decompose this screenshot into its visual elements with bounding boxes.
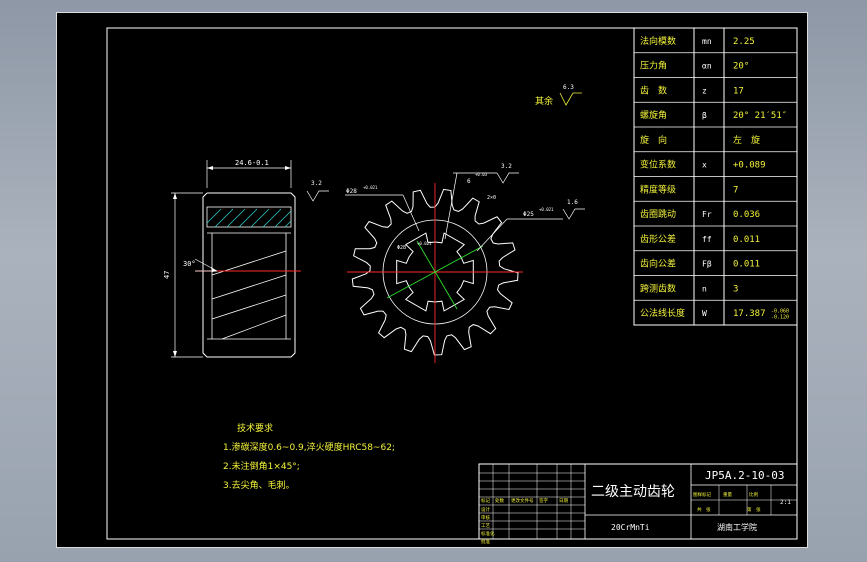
param-name: 螺旋角	[640, 109, 667, 121]
title-block: 标记 处数 更改文件号 签字 日期设计审核工艺标准化批准 图样标记 重量 比例共 张 第 张 二…	[478, 463, 798, 545]
param-value: 20°	[733, 62, 749, 72]
leader-line	[444, 172, 458, 240]
param-name: 齿形公差	[640, 233, 676, 245]
gear-section-view: 24.6-0.1 30° 47 3.2	[163, 159, 329, 358]
title-block-label: 图样标记	[693, 491, 711, 498]
param-value: 3	[733, 284, 738, 294]
param-name: 齿圈跳动	[640, 208, 676, 220]
roughness-symbol-icon	[496, 172, 519, 184]
diameter-dimension-line	[416, 240, 458, 310]
param-symbol: mn	[702, 37, 712, 46]
title-block-label: 标准化	[481, 530, 495, 537]
hatch-lines	[206, 208, 292, 228]
keyway-roughness-value: 3.2	[501, 163, 512, 170]
arrow-icon	[285, 166, 291, 170]
title-block-label: 日期	[559, 498, 568, 504]
rest-roughness-value: 6.3	[563, 84, 574, 91]
roughness-symbol-icon	[559, 92, 582, 106]
roughness-symbol-icon	[562, 208, 585, 220]
param-value: 2.25	[733, 37, 755, 47]
part-name: 二级主动齿轮	[591, 484, 675, 500]
helix-lines	[211, 250, 287, 340]
param-name: 公法线长度	[640, 307, 685, 319]
param-name: 精度等级	[640, 183, 676, 195]
arrow-icon	[207, 166, 213, 170]
param-value: 左 旋	[733, 134, 760, 146]
note-item: 2.未注倒角1×45°;	[223, 460, 300, 472]
title-block-label: 工艺	[481, 523, 490, 529]
bore-diameter-tolerance: +0.021	[539, 207, 554, 212]
angle-text: 30°	[183, 260, 196, 268]
param-symbol: z	[702, 86, 707, 95]
param-value: 20° 21′51″	[733, 111, 787, 121]
gear-body-outline	[202, 192, 296, 358]
height-dimension-text: 47	[163, 271, 171, 279]
param-symbol: ff	[702, 235, 712, 244]
roughness-symbol-icon	[306, 190, 329, 202]
title-block-label: 更改文件号	[511, 497, 534, 504]
title-block-label: 标记	[481, 497, 490, 504]
arrow-icon	[173, 193, 177, 199]
note-item: 3.去尖角、毛刺。	[223, 479, 295, 491]
param-name: 压力角	[640, 60, 667, 72]
param-name: 变位系数	[640, 159, 676, 171]
param-name: 旋 向	[640, 134, 667, 146]
param-value: 0.011	[733, 235, 760, 245]
title-block-label: 审核	[481, 514, 490, 521]
note-item: 1.渗碳深度0.6~0.9,淬火硬度HRC58~62;	[223, 441, 395, 453]
top-diameter-text: Φ28	[346, 188, 357, 195]
title-block-label: 签字	[539, 497, 548, 504]
width-dimension-text: 24.6-0.1	[235, 159, 269, 167]
param-value: +0.089	[733, 161, 766, 171]
param-symbol: Fr	[702, 210, 712, 219]
param-value: 17.387	[733, 309, 766, 319]
param-symbol: Fβ	[702, 260, 712, 269]
param-name: 齿 数	[640, 84, 667, 96]
bore-diameter-text: Φ25	[523, 211, 534, 218]
cad-drawing-canvas[interactable]: 法向模数 mn 2.25 压力角 αn 20° 齿 数 z 17 螺旋角 β 20° 21′51″ 旋 …	[57, 13, 809, 549]
param-name: 跨测齿数	[640, 282, 676, 294]
drawing-number: JP5A.2-10-03	[705, 469, 784, 482]
title-block-label: 设计	[481, 506, 490, 513]
param-symbol: αn	[702, 62, 712, 71]
keyway-width-text: 6	[467, 178, 471, 185]
param-symbol: W	[702, 309, 707, 318]
material-text: 20CrMnTi	[611, 523, 650, 532]
inner-diameter-text: Φ28	[397, 245, 406, 251]
gear-front-view: Φ28 +0.021 6 +0.03 2×0 3.2 Φ25 +0.021 1.…	[345, 163, 585, 363]
technical-requirements: 技术要求 1.渗碳深度0.6~0.9,淬火硬度HRC58~62; 2.未注倒角1…	[223, 422, 395, 491]
rest-note-text: 其余	[535, 95, 553, 107]
span-tolerance-lower: -0.120	[771, 315, 789, 321]
param-symbol: x	[702, 161, 707, 170]
title-block-label: 处数	[495, 497, 504, 504]
param-name: 齿向公差	[640, 258, 676, 270]
param-value: 0.036	[733, 210, 760, 220]
param-value: 7	[733, 185, 738, 195]
notes-title: 技术要求	[237, 422, 273, 434]
top-diameter-tolerance: +0.021	[363, 185, 378, 190]
scale-text: 2:1	[780, 499, 791, 506]
inner-diameter-tolerance: +0.021	[417, 241, 432, 246]
param-value: 17	[733, 86, 744, 96]
param-value: 0.011	[733, 260, 760, 270]
param-symbol: β	[702, 111, 707, 120]
param-symbol: n	[702, 284, 707, 293]
title-block-label: 重量	[723, 491, 732, 498]
school-name: 湖南工学院	[717, 522, 757, 532]
arrow-icon	[173, 351, 177, 357]
keyway-tolerance: +0.03	[475, 172, 488, 177]
param-name: 法向模数	[640, 35, 676, 47]
title-block-label: 批准	[481, 538, 490, 545]
title-block-label: 第 张	[747, 506, 761, 513]
keyway-count-text: 2×0	[487, 195, 496, 201]
drawing-sheet: 法向模数 mn 2.25 压力角 αn 20° 齿 数 z 17 螺旋角 β 20° 21′51″ 旋 …	[56, 12, 808, 548]
gear-parameter-table: 法向模数 mn 2.25 压力角 αn 20° 齿 数 z 17 螺旋角 β 20° 21′51″ 旋 …	[633, 27, 798, 326]
title-block-label: 共 张	[697, 506, 711, 513]
rest-roughness: 其余 6.3	[535, 84, 582, 107]
face-roughness-value: 3.2	[311, 180, 322, 187]
title-block-label: 比例	[749, 491, 758, 498]
bore-roughness-value: 1.6	[567, 199, 578, 206]
